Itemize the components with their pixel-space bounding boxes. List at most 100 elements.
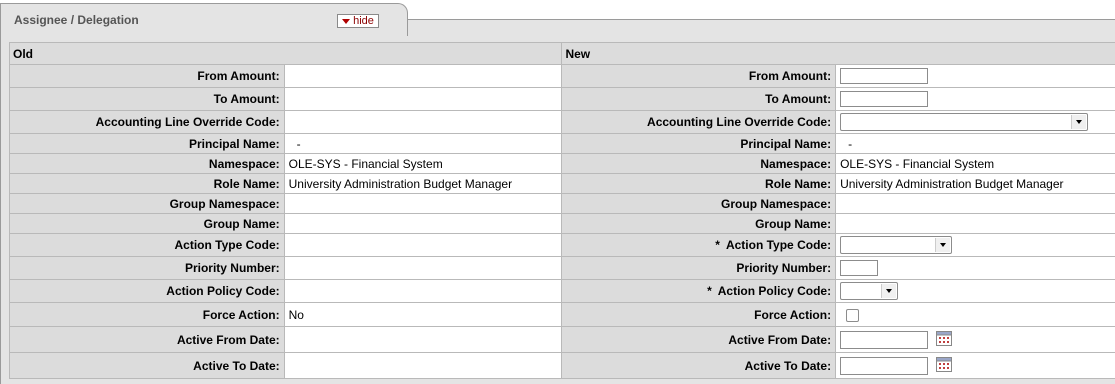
to-amount-input[interactable] [840, 91, 929, 107]
new-group-namespace-label: Group Namespace: [561, 193, 837, 214]
new-principal-name-value: - [835, 133, 1115, 154]
old-principal-name-label: Principal Name: [9, 133, 285, 154]
new-active-from-date-cell [835, 326, 1115, 353]
row-active-to-date: Active To Date: Active To Date: [9, 352, 1115, 379]
row-action-policy-code: Action Policy Code: * Action Policy Code: [9, 279, 1115, 303]
new-force-action-label: Force Action: [561, 302, 837, 327]
active-to-date-input[interactable] [840, 356, 929, 375]
new-from-amount-label: From Amount: [561, 64, 837, 88]
old-priority-number-label: Priority Number: [9, 256, 285, 280]
new-active-to-date-label: Active To Date: [561, 352, 837, 379]
panel-title: Assignee / Delegation [14, 13, 139, 27]
row-active-from-date: Active From Date: Active From Date: [9, 326, 1115, 353]
calendar-icon[interactable] [936, 356, 953, 372]
row-principal-name: Principal Name: - Principal Name: - [9, 133, 1115, 154]
row-group-name: Group Name: Group Name: [9, 213, 1115, 234]
old-active-from-date-label: Active From Date: [9, 326, 285, 353]
new-accounting-line-override-code-cell [835, 110, 1115, 134]
row-action-type-code: Action Type Code: * Action Type Code: [9, 233, 1115, 257]
old-from-amount-value [283, 64, 563, 88]
old-section-header: Old [8, 42, 563, 65]
new-from-amount-cell [835, 64, 1115, 88]
new-priority-number-label: Priority Number: [561, 256, 837, 280]
panel-tab-bar: Assignee / Delegation hide [0, 0, 1115, 36]
chevron-down-icon [935, 238, 951, 252]
old-force-action-label: Force Action: [9, 302, 285, 327]
new-namespace-label: Namespace: [561, 153, 837, 174]
hide-button[interactable]: hide [337, 14, 379, 28]
new-force-action-cell [835, 302, 1115, 327]
row-to-amount: To Amount: To Amount: [9, 87, 1115, 111]
force-action-checkbox[interactable] [846, 308, 860, 322]
old-priority-number-value [283, 256, 563, 280]
required-marker: * [715, 238, 720, 252]
new-section-header: New [561, 42, 1115, 65]
new-accounting-line-override-code-label: Accounting Line Override Code: [561, 110, 837, 134]
old-action-policy-code-label: Action Policy Code: [9, 279, 285, 303]
panel-tab: Assignee / Delegation hide [0, 3, 408, 36]
old-action-type-code-value [283, 233, 563, 257]
new-to-amount-cell [835, 87, 1115, 111]
action-type-code-select[interactable] [840, 236, 953, 254]
new-to-amount-label: To Amount: [561, 87, 837, 111]
old-force-action-value: No [283, 302, 563, 327]
row-priority-number: Priority Number: Priority Number: [9, 256, 1115, 280]
old-to-amount-value [283, 87, 563, 111]
old-namespace-value: OLE-SYS - Financial System [283, 153, 563, 174]
required-marker: * [707, 284, 712, 298]
old-accounting-line-override-code-value [283, 110, 563, 134]
old-active-to-date-label: Active To Date: [9, 352, 285, 379]
old-group-namespace-value [283, 193, 563, 214]
new-group-name-value [835, 213, 1115, 234]
old-group-name-label: Group Name: [9, 213, 285, 234]
new-role-name-value: University Administration Budget Manager [835, 173, 1115, 194]
priority-number-input[interactable] [840, 260, 879, 276]
row-group-namespace: Group Namespace: Group Namespace: [9, 193, 1115, 214]
old-principal-name-value: - [283, 133, 563, 154]
new-action-type-code-label: Action Type Code: [725, 238, 832, 252]
row-namespace: Namespace: OLE-SYS - Financial System Na… [9, 153, 1115, 174]
new-group-namespace-value [835, 193, 1115, 214]
row-from-amount: From Amount: From Amount: [9, 64, 1115, 88]
triangle-down-icon [342, 18, 351, 24]
new-action-policy-code-label: Action Policy Code: [717, 284, 832, 298]
old-role-name-label: Role Name: [9, 173, 285, 194]
row-role-name: Role Name: University Administration Bud… [9, 173, 1115, 194]
new-active-from-date-label: Active From Date: [561, 326, 837, 353]
new-action-policy-code-cell [835, 279, 1115, 303]
new-action-type-code-cell [835, 233, 1115, 257]
maintenance-table: Old New From Amount: From Amount: To Amo… [8, 42, 1115, 379]
from-amount-input[interactable] [840, 68, 929, 84]
old-group-namespace-label: Group Namespace: [9, 193, 285, 214]
hide-button-label: hide [353, 15, 374, 27]
chevron-down-icon [881, 284, 897, 298]
old-from-amount-label: From Amount: [9, 64, 285, 88]
old-active-to-date-value [283, 352, 563, 379]
old-active-from-date-value [283, 326, 563, 353]
new-priority-number-cell [835, 256, 1115, 280]
old-role-name-value: University Administration Budget Manager [283, 173, 563, 194]
accounting-line-override-code-select[interactable] [840, 113, 1089, 131]
section-header-row: Old New [8, 42, 1115, 65]
new-action-policy-code-label-cell: * Action Policy Code: [561, 279, 837, 303]
old-accounting-line-override-code-label: Accounting Line Override Code: [9, 110, 285, 134]
old-namespace-label: Namespace: [9, 153, 285, 174]
chevron-down-icon [1071, 115, 1087, 129]
tab-tail [396, 19, 1115, 36]
calendar-icon[interactable] [936, 330, 953, 346]
new-action-type-code-label-cell: * Action Type Code: [561, 233, 837, 257]
old-action-policy-code-value [283, 279, 563, 303]
new-group-name-label: Group Name: [561, 213, 837, 234]
old-to-amount-label: To Amount: [9, 87, 285, 111]
old-action-type-code-label: Action Type Code: [9, 233, 285, 257]
assignee-delegation-panel: Old New From Amount: From Amount: To Amo… [0, 36, 1115, 384]
row-force-action: Force Action: No Force Action: [9, 302, 1115, 327]
new-namespace-value: OLE-SYS - Financial System [835, 153, 1115, 174]
new-active-to-date-cell [835, 352, 1115, 379]
active-from-date-input[interactable] [840, 330, 929, 349]
old-group-name-value [283, 213, 563, 234]
new-principal-name-label: Principal Name: [561, 133, 837, 154]
row-accounting-line-override-code: Accounting Line Override Code: Accountin… [9, 110, 1115, 134]
new-role-name-label: Role Name: [561, 173, 837, 194]
action-policy-code-select[interactable] [840, 282, 899, 300]
